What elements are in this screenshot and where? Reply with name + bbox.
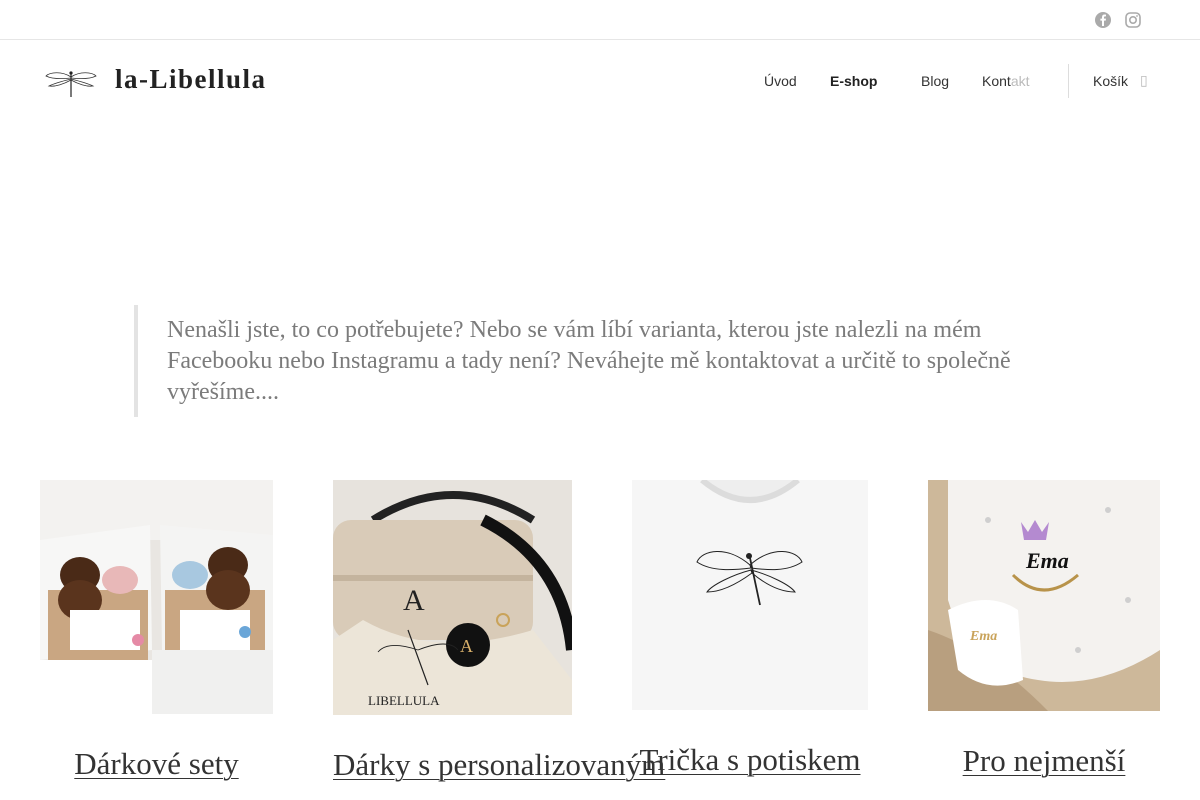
instagram-icon[interactable] [1124,11,1142,29]
svg-text:Ema: Ema [1025,548,1069,573]
nav-kontakt-label-faded: akt [1010,73,1030,89]
svg-text:LIBELLULA: LIBELLULA [368,693,440,708]
svg-text:A: A [403,584,425,617]
contact-blockquote: Nenašli jste, to co potřebujete? Nebo se… [134,305,1074,417]
svg-text:A: A [460,636,473,656]
category-image-gift-sets[interactable] [40,480,273,714]
svg-text:Ema: Ema [969,629,997,644]
category-title-personalized-gifts[interactable]: Dárky s personalizovaným [333,745,665,785]
nav-divider [1068,64,1069,98]
top-bar [0,0,1200,40]
category-image-printed-tshirts[interactable] [632,480,868,710]
site-title[interactable]: la-Libellula [115,64,267,95]
category-title-baby-items[interactable]: Pro nejmenší [928,741,1160,781]
site-header: la-Libellula Úvod E-shop Blog Kontakt Ko… [0,40,1200,122]
dragonfly-logo-icon[interactable] [44,68,98,98]
nav-cart[interactable]: Košík [1093,73,1128,89]
nav-kontakt[interactable]: Kontakt [982,73,1030,89]
quote-text: Nenašli jste, to co potřebujete? Nebo se… [167,317,1011,405]
category-title-printed-tshirts[interactable]: Trička s potiskem [632,740,868,780]
facebook-icon[interactable] [1094,11,1112,29]
category-title-gift-sets[interactable]: Dárkové sety [40,744,273,784]
category-image-baby-items[interactable]: Ema Ema [928,480,1160,711]
nav-uvod[interactable]: Úvod [764,73,797,89]
bag-icon[interactable]: ▯ [1140,72,1148,89]
nav-eshop[interactable]: E-shop [830,73,877,89]
nav-kontakt-label: Kont [982,73,1011,89]
nav-blog[interactable]: Blog [921,73,949,89]
category-image-personalized-gifts[interactable]: A A LIBELLULA [333,480,572,715]
